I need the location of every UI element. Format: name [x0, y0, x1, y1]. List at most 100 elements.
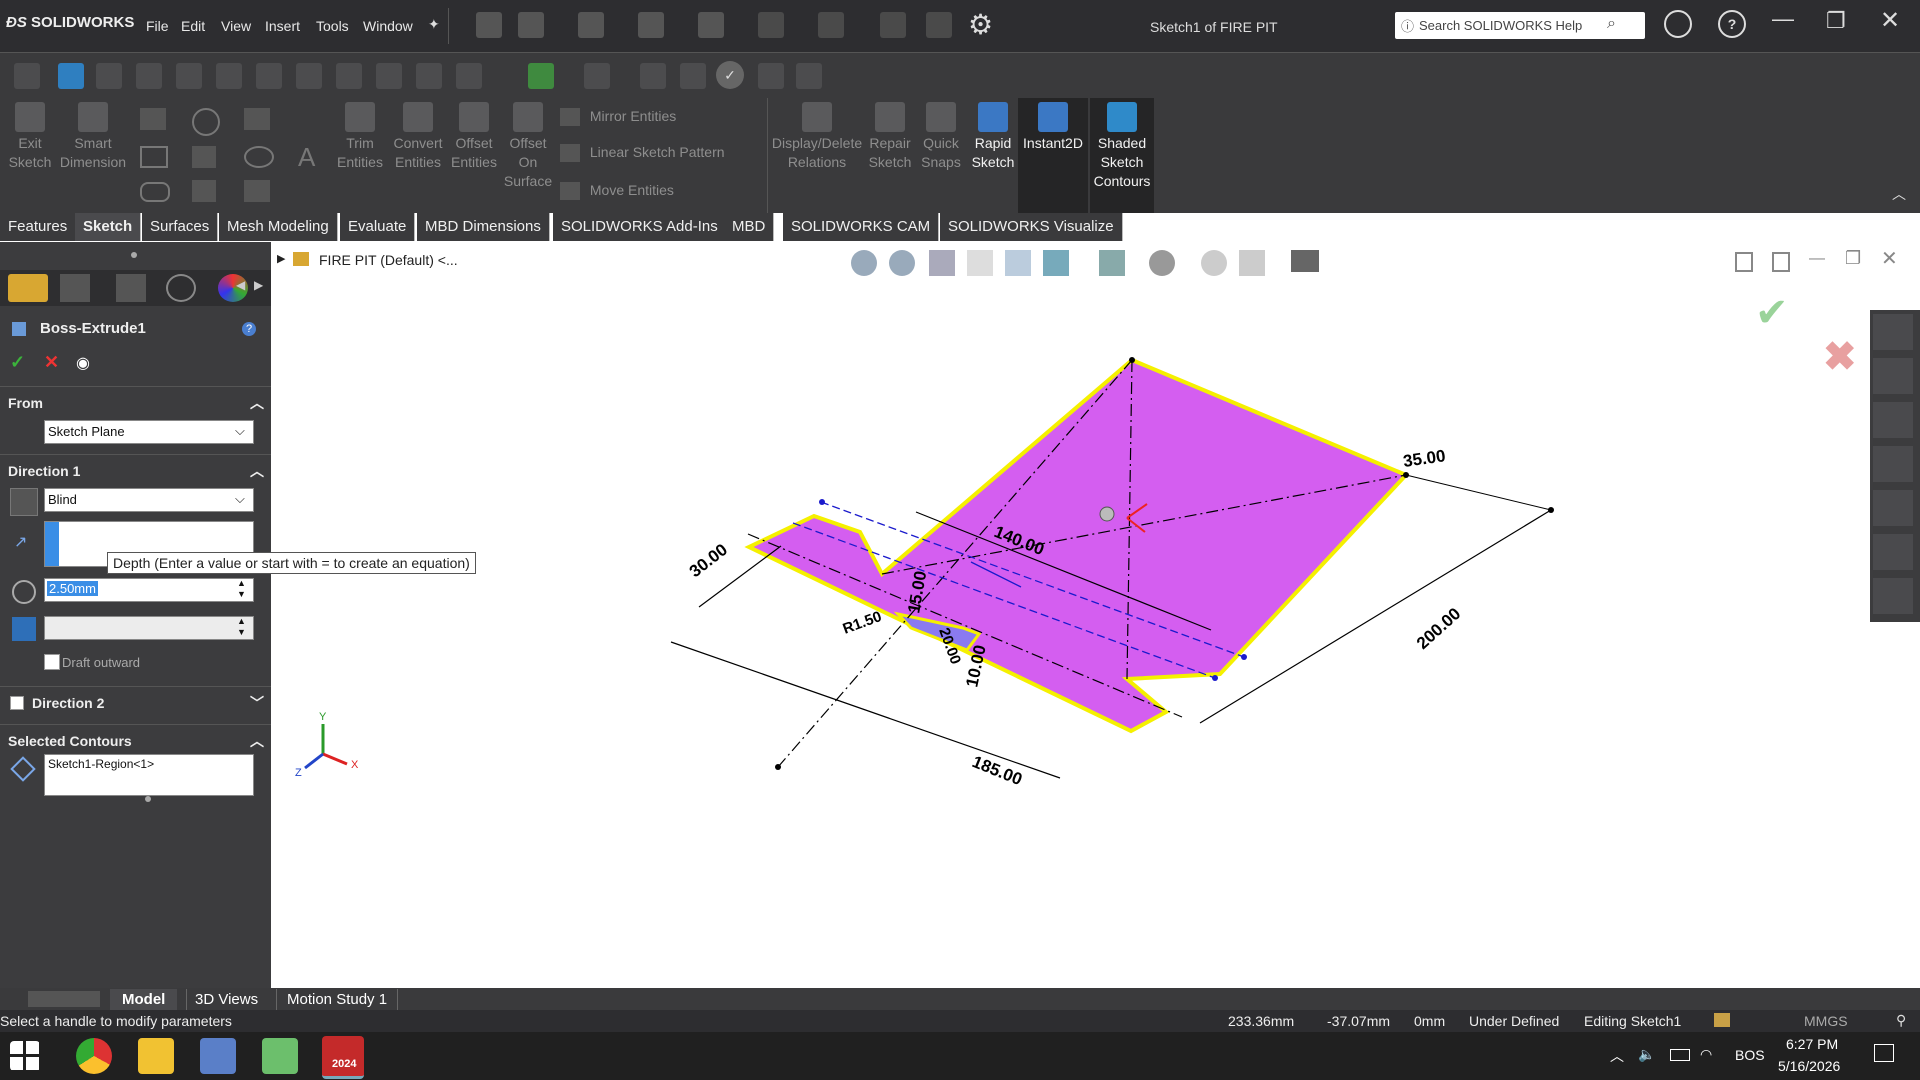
feature-manager-tab-icon[interactable] [8, 274, 48, 302]
tab-motion-study-1[interactable]: Motion Study 1 [276, 989, 399, 1010]
dimension-30[interactable]: 30.00 [686, 540, 731, 581]
pin-icon[interactable]: ✦ [428, 16, 440, 33]
instant2d-button[interactable]: Instant2D [1018, 98, 1088, 215]
sketch-tool-icon-16[interactable] [680, 63, 706, 89]
sketch-tool-icon-3[interactable] [96, 63, 122, 89]
from-select[interactable]: Sketch Plane ⌵ [44, 420, 254, 444]
clock-time[interactable]: 6:27 PM [1786, 1036, 1838, 1052]
dimension-35[interactable]: 35.00 [1402, 446, 1447, 471]
shaded-sketch-contours-button[interactable]: Shaded Sketch Contours [1090, 98, 1154, 215]
sketch-tool-icon-5[interactable] [176, 63, 202, 89]
fire-pit-sketch[interactable] [670, 357, 1554, 779]
sketch-tool-icon-7[interactable] [256, 63, 282, 89]
vertex-point[interactable] [1212, 675, 1218, 681]
panel-resize-handle[interactable] [131, 252, 137, 258]
vertex-point[interactable] [819, 499, 825, 505]
close-icon[interactable]: ✕ [1880, 6, 1900, 35]
list-resize-handle[interactable] [145, 796, 151, 802]
reverse-direction-icon[interactable] [10, 488, 38, 516]
offset-entities-button[interactable]: Offset Entities [448, 102, 500, 172]
tab-scroll-right-icon[interactable]: ▶ [254, 278, 263, 292]
quick-snaps-button[interactable]: Quick Snaps [918, 102, 964, 172]
tab-surfaces[interactable]: Surfaces [142, 213, 219, 241]
exit-sketch-button[interactable]: Exit Sketch [6, 102, 54, 172]
battery-icon[interactable] [1670, 1049, 1690, 1061]
home-icon[interactable] [476, 12, 502, 38]
file-properties-icon[interactable] [926, 12, 952, 38]
vertex-point[interactable] [1241, 654, 1247, 660]
select-arrow-icon[interactable] [818, 12, 844, 38]
spin-down-icon[interactable]: ▼ [237, 627, 246, 637]
display-delete-relations-button[interactable]: Display/Delete Relations [770, 102, 864, 172]
sketch-tool-icon-8[interactable] [296, 63, 322, 89]
sketch-tool-icon-18[interactable] [758, 63, 784, 89]
view-palette-icon[interactable] [1873, 446, 1913, 482]
restore-icon[interactable]: ❐ [1826, 8, 1846, 34]
collapse-icon[interactable]: ︿ [250, 461, 264, 481]
polygon-icon[interactable] [192, 180, 216, 202]
sketch-region[interactable] [744, 357, 1410, 734]
expand-icon[interactable]: ﹀ [250, 693, 264, 713]
fillet-icon[interactable] [244, 180, 270, 202]
windows-start-icon[interactable] [10, 1041, 40, 1071]
menu-window[interactable]: Window [363, 18, 413, 34]
spin-up-icon[interactable]: ▲ [237, 578, 246, 588]
search-input[interactable]: Search SOLIDWORKS Help [1419, 18, 1582, 33]
gear-icon[interactable]: ⚙ [968, 8, 993, 41]
design-library-icon[interactable] [1873, 358, 1913, 394]
line-icon[interactable] [140, 108, 166, 130]
solidworks-taskbar-icon[interactable]: 2024 [322, 1036, 364, 1079]
checkmark-icon[interactable]: ✓ [716, 61, 744, 89]
tab-mesh-modeling[interactable]: Mesh Modeling [219, 213, 338, 241]
draft-outward-checkbox[interactable] [44, 654, 60, 670]
sketch-tool-icon-1[interactable] [14, 63, 40, 89]
spin-down-icon[interactable]: ▼ [237, 589, 246, 599]
vertex-point[interactable] [1548, 507, 1554, 513]
draft-angle-input[interactable]: ▲ ▼ [44, 616, 254, 640]
sketch-tool-icon-11[interactable] [416, 63, 442, 89]
unit-system[interactable]: MMGS [1804, 1013, 1848, 1029]
selected-contours-list[interactable]: Sketch1-Region<1> [44, 754, 254, 796]
collapse-icon[interactable]: ︿ [250, 393, 264, 413]
rebuild-status-icon[interactable] [1714, 1013, 1730, 1027]
end-condition-select[interactable]: Blind ⌵ [44, 488, 254, 512]
clock-date[interactable]: 5/16/2026 [1778, 1058, 1840, 1074]
sketch-tool-icon-12[interactable] [456, 63, 482, 89]
file-explorer-taskbar-icon[interactable] [138, 1038, 174, 1074]
user-account-icon[interactable] [1664, 10, 1692, 38]
list-item[interactable]: Sketch1-Region<1> [48, 757, 154, 771]
tab-features[interactable]: Features [0, 213, 77, 241]
text-icon[interactable]: A [298, 142, 315, 173]
selected-contours-section-header[interactable]: Selected Contours ︿ [0, 724, 271, 755]
sketch-tool-icon-4[interactable] [136, 63, 162, 89]
sketch-tool-icon-9[interactable] [336, 63, 362, 89]
customize-status-icon[interactable]: ⚲ [1896, 1012, 1906, 1029]
menu-file[interactable]: File [146, 18, 169, 34]
convert-entities-button[interactable]: Convert Entities [390, 102, 446, 172]
direction2-checkbox[interactable] [10, 696, 24, 710]
graphics-area[interactable]: ▶ FIRE PIT (Default) <... — ❐ ✕ ✔ ✖ 35.0… [271, 242, 1920, 990]
ok-check-icon[interactable]: ✓ [10, 352, 25, 373]
solidworks-resources-home-icon[interactable] [1873, 314, 1913, 350]
drag-handle[interactable] [1099, 506, 1115, 522]
move-entities-button[interactable]: Move Entities [560, 182, 674, 201]
tab-model[interactable]: Model [110, 989, 178, 1010]
arc-icon[interactable] [192, 146, 216, 168]
collapse-icon[interactable]: ︿ [250, 731, 264, 751]
custom-properties-icon[interactable] [1873, 534, 1913, 570]
tab-sketch[interactable]: Sketch [75, 213, 142, 241]
depth-input[interactable]: 2.50mm ▲ ▼ [44, 578, 254, 602]
sketch-tool-icon-15[interactable] [640, 63, 666, 89]
tab-solidworks-visualize[interactable]: SOLIDWORKS Visualize [940, 213, 1123, 241]
sketch-tool-icon-19[interactable] [796, 63, 822, 89]
check-sketch-icon[interactable] [528, 63, 554, 89]
from-section-header[interactable]: From ︿ [0, 386, 271, 417]
help-icon[interactable]: ? [242, 322, 256, 336]
ellipse-icon[interactable] [244, 146, 274, 168]
menu-insert[interactable]: Insert [265, 18, 300, 34]
sketch-tool-icon-6[interactable] [216, 63, 242, 89]
help-search-box[interactable]: ⓘ Search SOLIDWORKS Help ⌕ [1395, 12, 1645, 39]
dimension-185[interactable]: 185.00 [970, 752, 1025, 789]
menu-tools[interactable]: Tools [316, 18, 349, 34]
menu-view[interactable]: View [221, 18, 251, 34]
